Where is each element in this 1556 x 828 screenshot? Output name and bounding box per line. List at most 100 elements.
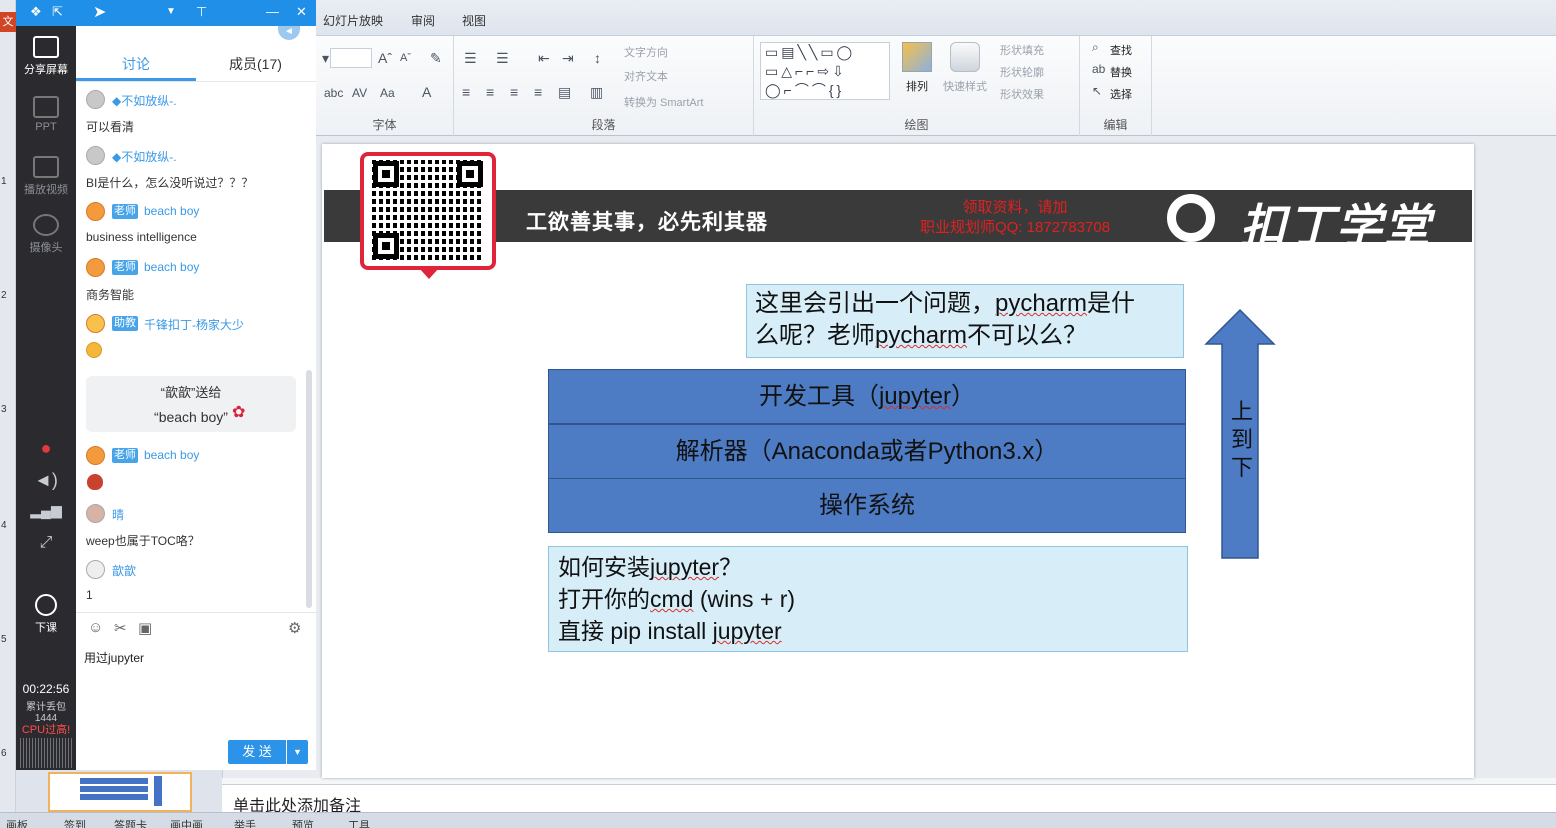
file-tab[interactable]: 文 bbox=[0, 12, 16, 32]
username[interactable]: 晴 bbox=[112, 506, 124, 523]
shape-effects-button[interactable]: 形状效果 bbox=[1000, 86, 1044, 102]
slide-thumbnail[interactable] bbox=[48, 772, 192, 812]
align-text-button[interactable]: 对齐文本 bbox=[624, 68, 668, 84]
drawing-board-button[interactable]: 画板 bbox=[6, 817, 28, 828]
text-direction-button[interactable]: 文字方向 bbox=[624, 44, 668, 60]
answer-card-button[interactable]: 答题卡 bbox=[114, 817, 147, 828]
interpreter-layer[interactable]: 解析器（Anaconda或者Python3.x） bbox=[548, 424, 1186, 479]
send-options-dropdown[interactable]: ▼ bbox=[287, 740, 308, 764]
clear-format-icon[interactable]: ✎ bbox=[430, 50, 442, 67]
convert-smartart-button[interactable]: 转换为 SmartArt bbox=[624, 94, 703, 110]
username[interactable]: 歆歆 bbox=[112, 562, 136, 579]
tab-discussion[interactable]: 讨论 bbox=[122, 54, 150, 74]
end-class-button[interactable]: 下课 bbox=[16, 594, 76, 635]
gear-icon[interactable]: ⚙ bbox=[288, 619, 301, 637]
preview-button[interactable]: 预览 bbox=[292, 817, 314, 828]
avatar[interactable] bbox=[86, 258, 105, 277]
char-spacing-icon[interactable]: AV bbox=[352, 86, 367, 100]
announcement-icon[interactable]: ◄ bbox=[278, 26, 300, 40]
picture-in-picture-button[interactable]: 画中画 bbox=[170, 817, 203, 828]
play-video-button[interactable]: 播放视频 bbox=[16, 156, 76, 197]
columns-icon[interactable]: ▥ bbox=[590, 84, 603, 101]
sign-in-button[interactable]: 签到 bbox=[64, 817, 86, 828]
shapes-gallery[interactable]: ▭▤╲╲▭◯ ▭△⌐⌐⇨⇩ ◯⌐⌒⌒{} bbox=[760, 42, 890, 100]
tab-view[interactable]: 视图 bbox=[462, 12, 486, 29]
pin-icon[interactable]: ⊤ bbox=[196, 4, 207, 20]
strikethrough-icon[interactable]: abc bbox=[324, 86, 343, 100]
username[interactable]: ◆不如放纵-. bbox=[112, 92, 177, 109]
bullets-icon[interactable]: ☰ bbox=[464, 50, 477, 67]
change-case-icon[interactable]: Aa bbox=[380, 86, 395, 100]
avatar[interactable] bbox=[86, 314, 105, 333]
replace-button[interactable]: 替换 bbox=[1110, 64, 1132, 80]
scissors-icon[interactable]: ✂ bbox=[114, 619, 127, 637]
chat-tabs: 讨论 成员(17) ◄ bbox=[76, 26, 316, 82]
avatar[interactable] bbox=[86, 146, 105, 165]
username[interactable]: 千锋扣丁-杨家大少 bbox=[144, 316, 244, 333]
emoji-icon[interactable]: ☺ bbox=[88, 619, 103, 636]
arrow-label-char: 到 bbox=[1230, 427, 1253, 452]
share-screen-button[interactable]: 分享屏幕 bbox=[16, 36, 76, 77]
contact-line-2: 职业规划师QQ: 1872783708 bbox=[919, 219, 1111, 236]
send-button[interactable]: 发 送 bbox=[228, 740, 286, 764]
decrease-indent-icon[interactable]: ⇤ bbox=[538, 50, 550, 67]
os-layer[interactable]: 操作系统 bbox=[548, 478, 1186, 533]
arrange-button[interactable]: 排列 bbox=[906, 78, 928, 94]
font-size-input[interactable] bbox=[330, 48, 372, 68]
minimize-icon[interactable]: — bbox=[266, 4, 279, 19]
username[interactable]: beach boy bbox=[144, 448, 199, 462]
align-right-icon[interactable]: ≡ bbox=[510, 84, 518, 100]
tab-review[interactable]: 审阅 bbox=[411, 12, 435, 29]
shrink-font-icon[interactable]: Aˇ bbox=[400, 52, 411, 64]
select-button[interactable]: 选择 bbox=[1110, 86, 1132, 102]
fullscreen-icon[interactable]: ⤢ bbox=[16, 534, 76, 552]
microphone-icon[interactable]: ● bbox=[16, 438, 76, 459]
close-icon[interactable]: ✕ bbox=[296, 4, 307, 20]
tab-slideshow[interactable]: 幻灯片放映 bbox=[323, 12, 383, 29]
contact-text: 领取资料，请加 职业规划师QQ: 1872783708 bbox=[904, 198, 1126, 238]
settings-icon[interactable]: ❖ bbox=[30, 4, 42, 20]
chat-input-field[interactable]: 用过jupyter bbox=[84, 649, 144, 666]
avatar[interactable] bbox=[86, 202, 105, 221]
avatar[interactable] bbox=[86, 90, 105, 109]
align-left-icon[interactable]: ≡ bbox=[462, 84, 470, 100]
install-instructions[interactable]: 如何安装jupyter？ 打开你的cmd (wins + r) 直接 pip i… bbox=[548, 546, 1188, 652]
avatar[interactable] bbox=[86, 504, 105, 523]
notes-pane[interactable]: 单击此处添加备注 bbox=[222, 784, 1556, 815]
find-button[interactable]: 查找 bbox=[1110, 42, 1132, 58]
increase-indent-icon[interactable]: ⇥ bbox=[562, 50, 574, 67]
image-icon[interactable]: ▣ bbox=[138, 619, 152, 637]
volume-meter-icon[interactable]: ▂▄▆ bbox=[16, 502, 76, 519]
message-header: ◆不如放纵-. bbox=[86, 90, 306, 110]
shape-fill-button[interactable]: 形状填充 bbox=[1000, 42, 1044, 58]
quick-styles-icon[interactable] bbox=[950, 42, 980, 72]
justify-icon[interactable]: ≡ bbox=[534, 84, 542, 100]
avatar[interactable] bbox=[86, 446, 105, 465]
tab-members[interactable]: 成员(17) bbox=[229, 54, 282, 74]
grow-font-icon[interactable]: Aˆ bbox=[378, 50, 392, 66]
username[interactable]: ◆不如放纵-. bbox=[112, 148, 177, 165]
raise-hand-button[interactable]: 举手 bbox=[234, 817, 256, 828]
shape-outline-button[interactable]: 形状轮廓 bbox=[1000, 64, 1044, 80]
speaker-icon[interactable]: ◄) bbox=[16, 470, 76, 491]
username[interactable]: beach boy bbox=[144, 204, 199, 218]
line-spacing-icon[interactable]: ↕ bbox=[594, 50, 601, 66]
distribute-icon[interactable]: ▤ bbox=[558, 84, 571, 101]
align-center-icon[interactable]: ≡ bbox=[486, 84, 494, 100]
popout-icon[interactable]: ⇱ bbox=[52, 4, 63, 20]
arrange-icon[interactable] bbox=[902, 42, 932, 72]
question-callout[interactable]: 这里会引出一个问题，pycharm是什 么呢？老师pycharm不可以么？ bbox=[746, 284, 1184, 358]
camera-button[interactable]: 摄像头 bbox=[16, 214, 76, 255]
username[interactable]: beach boy bbox=[144, 260, 199, 274]
font-size-dropdown[interactable]: ▾ bbox=[322, 50, 329, 67]
avatar[interactable] bbox=[86, 560, 105, 579]
ppt-button[interactable]: PPT bbox=[16, 96, 76, 133]
dropdown-icon[interactable]: ▼ bbox=[166, 6, 176, 17]
tools-button[interactable]: 工具 bbox=[348, 817, 370, 828]
chat-scrollbar[interactable] bbox=[306, 370, 312, 608]
message-header: 助教 千锋扣丁-杨家大少 bbox=[86, 314, 306, 334]
dev-tool-layer[interactable]: 开发工具（jupyter） bbox=[548, 369, 1186, 424]
font-color-icon[interactable]: A bbox=[422, 84, 431, 100]
numbering-icon[interactable]: ☰ bbox=[496, 50, 509, 67]
quick-styles-button[interactable]: 快速样式 bbox=[943, 78, 987, 94]
